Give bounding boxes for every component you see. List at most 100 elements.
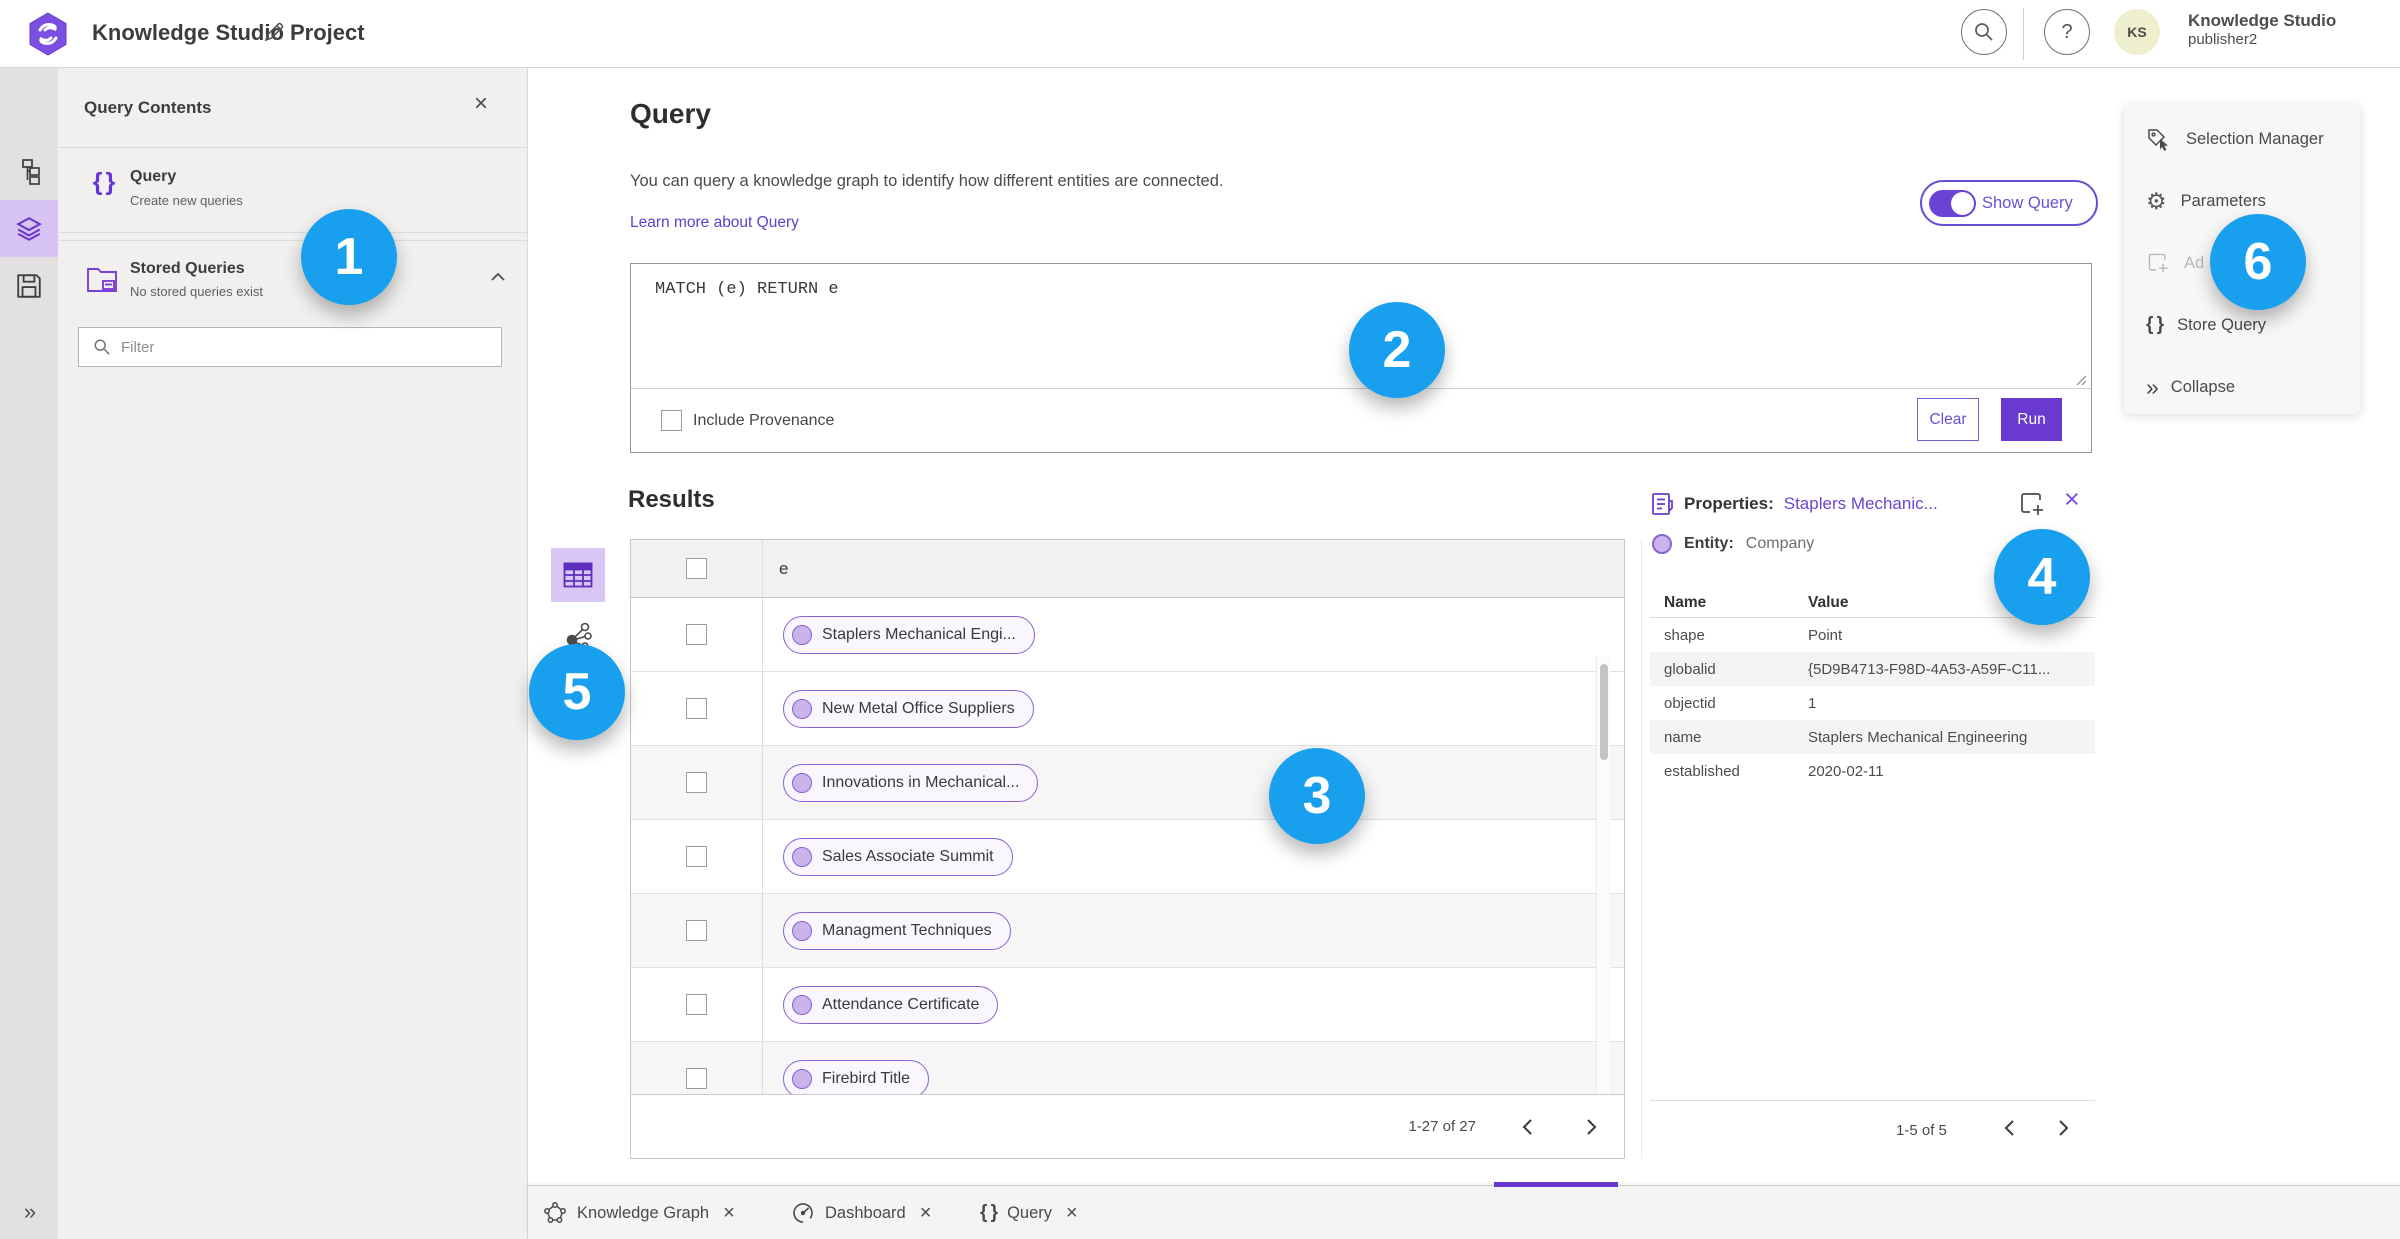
entity-pill[interactable]: New Metal Office Suppliers <box>783 690 1034 728</box>
rail-item-save[interactable] <box>0 257 58 314</box>
prev-page-button[interactable] <box>1514 1114 1540 1140</box>
project-title: Knowledge Studio Project <box>92 20 365 45</box>
row-checkbox[interactable] <box>686 846 707 867</box>
tab-knowledge-graph[interactable]: Knowledge Graph × <box>543 1186 735 1239</box>
resize-handle-icon[interactable] <box>2075 374 2087 386</box>
user-name: Knowledge Studio <box>2188 11 2337 30</box>
knowledge-studio-logo-icon <box>28 12 68 56</box>
property-row[interactable]: objectid 1 <box>1650 686 2095 720</box>
entity-dot-icon <box>1652 534 1672 554</box>
folder-icon <box>86 264 120 294</box>
entity-dot-icon <box>792 773 812 793</box>
properties-next-button[interactable] <box>2058 1119 2069 1137</box>
expand-rail-button[interactable]: » <box>0 1199 58 1225</box>
callout-badge-3: 3 <box>1269 748 1365 844</box>
entity-pill[interactable]: Managment Techniques <box>783 912 1011 950</box>
table-view-button[interactable] <box>551 548 605 602</box>
toggle-on[interactable] <box>1929 189 1976 217</box>
hierarchy-icon <box>22 158 40 185</box>
results-table: e Staplers Mechanical Engi... New Metal … <box>630 539 1625 1159</box>
results-pagination: 1-27 of 27 <box>631 1094 1624 1158</box>
selection-manager-icon <box>2148 129 2168 151</box>
show-query-toggle[interactable]: Show Query <box>1920 180 2098 226</box>
callout-badge-5: 5 <box>529 644 625 740</box>
scrollbar-thumb[interactable] <box>1600 664 1608 760</box>
edit-title-icon[interactable] <box>262 20 286 44</box>
menu-item-parameters[interactable]: ⚙ Parameters <box>2124 181 2360 221</box>
row-checkbox[interactable] <box>686 1068 707 1089</box>
search-button[interactable] <box>1961 9 2007 55</box>
table-row[interactable]: Staplers Mechanical Engi... <box>631 598 1624 672</box>
include-provenance-label: Include Provenance <box>693 411 835 429</box>
row-checkbox[interactable] <box>686 772 707 793</box>
filter-input[interactable] <box>121 338 461 356</box>
menu-item-store-query[interactable]: { } Store Query <box>2124 305 2360 345</box>
show-query-label: Show Query <box>1982 193 2073 212</box>
chevron-up-icon[interactable] <box>490 272 506 282</box>
entity-pill[interactable]: Innovations in Mechanical... <box>783 764 1039 802</box>
properties-entity-link[interactable]: Staplers Mechanic... <box>1784 494 1938 514</box>
callout-badge-2: 2 <box>1349 302 1445 398</box>
panel-close-icon[interactable]: × <box>474 92 488 116</box>
tab-query[interactable]: { } Query × <box>980 1186 1078 1239</box>
entity-dot-icon <box>792 921 812 941</box>
row-checkbox[interactable] <box>686 994 707 1015</box>
entity-dot-icon <box>792 1069 812 1089</box>
entity-label: Entity: <box>1684 535 1734 552</box>
property-row[interactable]: globalid {5D9B4713-F98D-4A53-A59F-C11... <box>1650 652 2095 686</box>
properties-title: Properties: <box>1684 494 1774 513</box>
property-row[interactable]: name Staplers Mechanical Engineering <box>1650 720 2095 754</box>
row-checkbox[interactable] <box>686 624 707 645</box>
query-item-label: Query <box>130 168 177 185</box>
entity-pill[interactable]: Attendance Certificate <box>783 986 999 1024</box>
clear-button[interactable]: Clear <box>1917 398 1979 441</box>
table-row[interactable]: Managment Techniques <box>631 894 1624 968</box>
close-tab-icon[interactable]: × <box>723 1202 735 1225</box>
next-page-button[interactable] <box>1578 1114 1604 1140</box>
query-description: You can query a knowledge graph to ident… <box>630 172 1224 190</box>
braces-icon: { } <box>2146 314 2164 335</box>
chevrons-right-icon: » <box>2146 373 2159 400</box>
toggle-knob <box>1951 191 1974 215</box>
query-item-sublabel: Create new queries <box>130 193 243 208</box>
property-row[interactable]: established 2020-02-11 <box>1650 754 2095 788</box>
row-checkbox[interactable] <box>686 698 707 719</box>
learn-more-link[interactable]: Learn more about Query <box>630 214 799 232</box>
menu-item-selection-manager[interactable]: Selection Manager <box>2124 119 2360 159</box>
rail-item-schema[interactable] <box>0 143 58 200</box>
close-tab-icon[interactable]: × <box>920 1202 932 1225</box>
rail-item-layers[interactable] <box>0 200 58 257</box>
add-to-selection-button[interactable] <box>2018 490 2046 518</box>
properties-close-icon[interactable]: × <box>2064 486 2080 513</box>
properties-pagination-label: 1-5 of 5 <box>1896 1122 1947 1139</box>
app-window: Knowledge Studio Project ? KS Knowledge … <box>0 0 2400 1239</box>
entity-pill[interactable]: Staplers Mechanical Engi... <box>783 616 1035 654</box>
close-tab-icon[interactable]: × <box>1066 1202 1078 1225</box>
include-provenance-checkbox[interactable] <box>661 410 682 431</box>
entity-pill[interactable]: Firebird Title <box>783 1060 930 1094</box>
tab-dashboard[interactable]: Dashboard × <box>791 1186 931 1239</box>
menu-item-collapse[interactable]: » Collapse <box>2124 367 2360 407</box>
table-row[interactable]: New Metal Office Suppliers <box>631 672 1624 746</box>
results-heading: Results <box>628 486 715 513</box>
query-contents-panel: Query Contents × { } Query Create new qu… <box>58 68 528 1239</box>
results-scrollbar[interactable] <box>1596 656 1610 1094</box>
row-checkbox[interactable] <box>686 920 707 941</box>
entity-row: Entity: Company <box>1652 534 1814 554</box>
help-button[interactable]: ? <box>2044 9 2090 55</box>
table-row[interactable]: Innovations in Mechanical... <box>631 746 1624 820</box>
user-avatar[interactable]: KS <box>2114 9 2160 55</box>
table-row[interactable]: Attendance Certificate <box>631 968 1624 1042</box>
stored-queries-sublabel: No stored queries exist <box>130 284 263 299</box>
select-all-checkbox[interactable] <box>686 558 707 579</box>
table-row[interactable]: Firebird Title <box>631 1042 1624 1094</box>
entity-dot-icon <box>792 699 812 719</box>
run-button[interactable]: Run <box>2001 398 2062 441</box>
entity-pill[interactable]: Sales Associate Summit <box>783 838 1013 876</box>
top-bar: Knowledge Studio Project ? KS Knowledge … <box>0 0 2400 68</box>
properties-divider <box>1641 539 1642 1159</box>
properties-prev-button[interactable] <box>2004 1119 2015 1137</box>
braces-icon: { } <box>980 1202 998 1223</box>
table-row[interactable]: Sales Associate Summit <box>631 820 1624 894</box>
column-header-e: e <box>779 559 789 578</box>
